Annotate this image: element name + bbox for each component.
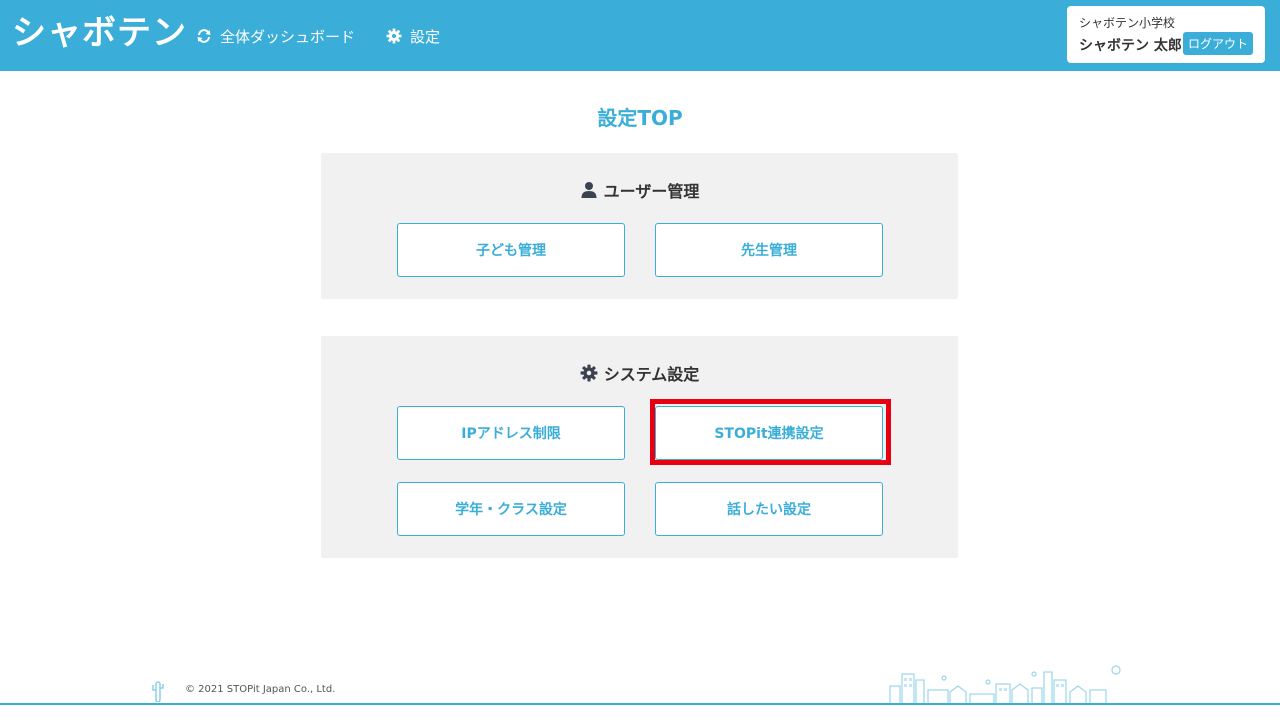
nav-settings-link[interactable]: 設定 (386, 24, 440, 48)
footer-divider (0, 703, 1280, 705)
cactus-icon (152, 681, 164, 702)
system-settings-panel: システム設定 IPアドレス制限 STOPit連携設定 学年・クラス設定 話したい… (321, 336, 958, 558)
system-settings-heading-label: システム設定 (603, 365, 700, 384)
ip-address-restriction-button[interactable]: IPアドレス制限 (397, 406, 625, 460)
gear-icon (386, 28, 402, 44)
nav-dashboard-label: 全体ダッシュボード (220, 27, 356, 46)
gear-icon (580, 364, 598, 382)
school-name: シャボテン小学校 (1079, 16, 1176, 30)
header-bar: シャボテン 全体ダッシュボード 設定 シャボテン小学校 シャボテン 太郎 ログア… (0, 0, 1280, 71)
cityscape-illustration (889, 665, 1121, 704)
app-logo[interactable]: シャボテン (12, 4, 187, 62)
system-settings-heading: システム設定 (321, 361, 958, 385)
page-title: 設定TOP (597, 106, 683, 130)
user-management-panel: ユーザー管理 子ども管理 先生管理 (321, 153, 958, 299)
user-name: シャボテン 太郎 (1079, 38, 1182, 54)
grade-class-settings-button[interactable]: 学年・クラス設定 (397, 482, 625, 536)
logout-button[interactable]: ログアウト (1183, 32, 1253, 55)
user-management-heading: ユーザー管理 (321, 178, 958, 202)
talk-settings-button[interactable]: 話したい設定 (655, 482, 883, 536)
nav-settings-label: 設定 (410, 27, 441, 46)
nav-dashboard-link[interactable]: 全体ダッシュボード (196, 24, 355, 48)
user-info-box: シャボテン小学校 シャボテン 太郎 ログアウト (1067, 6, 1265, 63)
children-management-button[interactable]: 子ども管理 (397, 223, 625, 277)
copyright-text: © 2021 STOPit Japan Co., Ltd. (185, 684, 336, 695)
teacher-management-button[interactable]: 先生管理 (655, 223, 883, 277)
stopit-integration-button[interactable]: STOPit連携設定 (655, 406, 883, 460)
refresh-icon (197, 29, 211, 43)
user-management-heading-label: ユーザー管理 (603, 182, 700, 201)
user-icon (581, 182, 597, 198)
